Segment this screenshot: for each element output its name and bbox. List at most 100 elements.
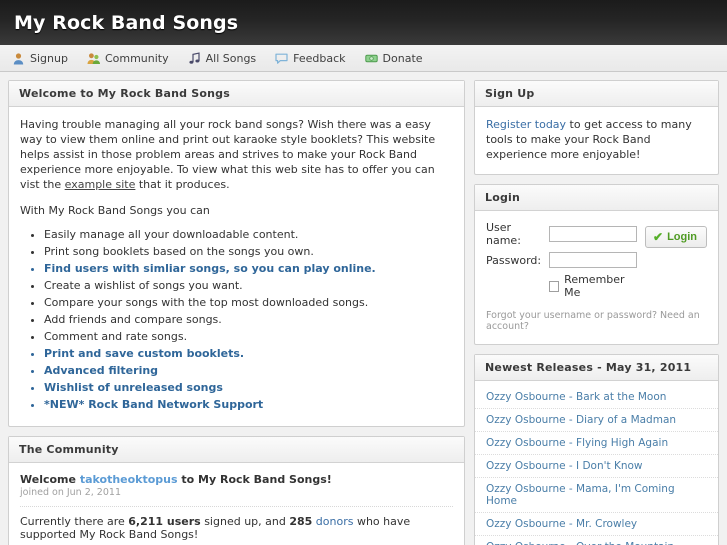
welcome-panel-body: Having trouble managing all your rock ba… <box>9 107 464 426</box>
feature-text: Create a wishlist of songs you want. <box>44 279 243 292</box>
feature-link[interactable]: Find users with simliar songs, so you ca… <box>44 262 376 275</box>
page-title: My Rock Band Songs <box>14 11 239 34</box>
forgot-password-text[interactable]: Forgot your username or password? Need a… <box>486 308 707 332</box>
nav-item-community[interactable]: Community <box>87 52 169 65</box>
stats-middle: signed up, and <box>200 515 290 528</box>
feature-link[interactable]: *NEW* Rock Band Network Support <box>44 398 263 411</box>
divider <box>20 506 453 507</box>
speech-bubble-icon <box>275 52 288 65</box>
list-item: Ozzy Osbourne - I Don't Know <box>475 455 718 478</box>
intro-paragraph: Having trouble managing all your rock ba… <box>20 117 453 192</box>
money-icon <box>364 52 378 65</box>
list-item[interactable]: Advanced filtering <box>44 363 453 379</box>
feature-link[interactable]: Advanced filtering <box>44 364 158 377</box>
feature-text: Compare your songs with the top most dow… <box>44 296 369 309</box>
signup-panel-title: Sign Up <box>475 81 718 107</box>
nav-label: Feedback <box>293 51 346 65</box>
feature-text: Print song booklets based on the songs y… <box>44 245 314 258</box>
release-link[interactable]: Ozzy Osbourne - Mr. Crowley <box>475 513 718 536</box>
feature-text: Add friends and compare songs. <box>44 313 222 326</box>
community-panel: The Community Welcome takotheoktopus to … <box>8 436 465 545</box>
welcome-panel-title: Welcome to My Rock Band Songs <box>9 81 464 107</box>
community-stats: Currently there are 6,211 users signed u… <box>20 515 453 541</box>
release-link[interactable]: Ozzy Osbourne - Diary of a Madman <box>475 409 718 432</box>
login-panel: Login User name: Password: Remember Me ✔… <box>474 184 719 345</box>
releases-panel-title: Newest Releases - May 31, 2011 <box>475 355 718 381</box>
signup-text: Register today to get access to many too… <box>486 117 707 162</box>
login-button-label: Login <box>667 231 697 243</box>
username-link[interactable]: takotheoktopus <box>80 473 178 486</box>
sidebar-column: Sign Up Register today to get access to … <box>474 80 719 545</box>
nav-item-feedback[interactable]: Feedback <box>275 51 346 65</box>
donors-link[interactable]: donors <box>316 515 354 528</box>
login-fields: User name: Password: Remember Me <box>486 221 637 299</box>
list-item: Comment and rate songs. <box>44 329 453 345</box>
remember-me-checkbox[interactable] <box>549 280 560 292</box>
remember-me-label: Remember Me <box>564 273 625 299</box>
signup-panel-body: Register today to get access to many too… <box>475 107 718 174</box>
release-link[interactable]: Ozzy Osbourne - Over the Mountain <box>475 536 718 545</box>
welcome-suffix: to My Rock Band Songs! <box>177 473 332 486</box>
release-link[interactable]: Ozzy Osbourne - Mama, I'm Coming Home <box>475 478 718 513</box>
password-input[interactable] <box>549 252 637 268</box>
welcome-prefix: Welcome <box>20 473 80 486</box>
joined-date: joined on Jun 2, 2011 <box>20 487 121 498</box>
nav-label: Signup <box>30 51 68 65</box>
nav-item-donate[interactable]: Donate <box>364 51 423 65</box>
example-site-link[interactable]: example site <box>65 178 136 191</box>
user-icon <box>12 52 25 65</box>
login-button[interactable]: ✔ Login <box>645 226 707 248</box>
password-label: Password: <box>486 253 542 267</box>
login-panel-body: User name: Password: Remember Me ✔ Login… <box>475 211 718 344</box>
list-item: Compare your songs with the top most dow… <box>44 295 453 311</box>
stats-prefix: Currently there are <box>20 515 129 528</box>
list-item: Print song booklets based on the songs y… <box>44 244 453 260</box>
nav-item-signup[interactable]: Signup <box>12 52 68 65</box>
list-item[interactable]: Find users with simliar songs, so you ca… <box>44 261 453 277</box>
nav-item-all-songs[interactable]: All Songs <box>188 51 257 65</box>
releases-panel-body: Ozzy Osbourne - Bark at the Moon Ozzy Os… <box>475 381 718 545</box>
list-item: Easily manage all your downloadable cont… <box>44 227 453 243</box>
username-label: User name: <box>486 221 521 247</box>
feature-list: Easily manage all your downloadable cont… <box>20 227 453 413</box>
release-link[interactable]: Ozzy Osbourne - I Don't Know <box>475 455 718 478</box>
nav-label: Community <box>104 51 169 65</box>
release-link[interactable]: Ozzy Osbourne - Flying High Again <box>475 432 718 455</box>
nav-label: Donate <box>382 51 423 65</box>
remember-me-row: Remember Me <box>549 273 637 299</box>
signup-panel: Sign Up Register today to get access to … <box>474 80 719 175</box>
list-item[interactable]: Print and save custom booklets. <box>44 346 453 362</box>
newest-releases-panel: Newest Releases - May 31, 2011 Ozzy Osbo… <box>474 354 719 545</box>
users-icon <box>87 52 100 65</box>
site-header: My Rock Band Songs <box>0 0 727 45</box>
features-intro: With My Rock Band Songs you can <box>20 204 210 217</box>
list-item: Ozzy Osbourne - Flying High Again <box>475 432 718 455</box>
list-item[interactable]: Wishlist of unreleased songs <box>44 380 453 396</box>
feature-text: Easily manage all your downloadable cont… <box>44 228 299 241</box>
feature-link[interactable]: Wishlist of unreleased songs <box>44 381 223 394</box>
list-item: Ozzy Osbourne - Mama, I'm Coming Home <box>475 478 718 513</box>
feature-text: Comment and rate songs. <box>44 330 188 343</box>
welcome-panel: Welcome to My Rock Band Songs Having tro… <box>8 80 465 427</box>
username-input[interactable] <box>549 226 637 242</box>
page-body: Welcome to My Rock Band Songs Having tro… <box>0 72 727 545</box>
community-panel-title: The Community <box>9 437 464 463</box>
nav-label: All Songs <box>205 51 257 65</box>
list-item[interactable]: *NEW* Rock Band Network Support <box>44 397 453 413</box>
feature-link[interactable]: Print and save custom booklets. <box>44 347 244 360</box>
list-item: Ozzy Osbourne - Bark at the Moon <box>475 386 718 409</box>
username-row: User name: <box>486 221 637 247</box>
user-count: 6,211 users <box>128 515 201 528</box>
intro-text-b: that it produces. <box>135 178 230 191</box>
list-item: Create a wishlist of songs you want. <box>44 278 453 294</box>
login-form: User name: Password: Remember Me ✔ Login <box>486 221 707 299</box>
register-today-link[interactable]: Register today <box>486 118 566 131</box>
list-item: Ozzy Osbourne - Over the Mountain <box>475 536 718 545</box>
community-panel-body: Welcome takotheoktopus to My Rock Band S… <box>9 463 464 545</box>
release-link[interactable]: Ozzy Osbourne - Bark at the Moon <box>475 386 718 409</box>
list-item: Ozzy Osbourne - Diary of a Madman <box>475 409 718 432</box>
list-item: Add friends and compare songs. <box>44 312 453 328</box>
main-navigation: Signup Community All Songs Feedback Dona… <box>0 45 727 72</box>
music-note-icon <box>188 51 201 65</box>
green-check-icon: ✔ <box>653 230 664 244</box>
